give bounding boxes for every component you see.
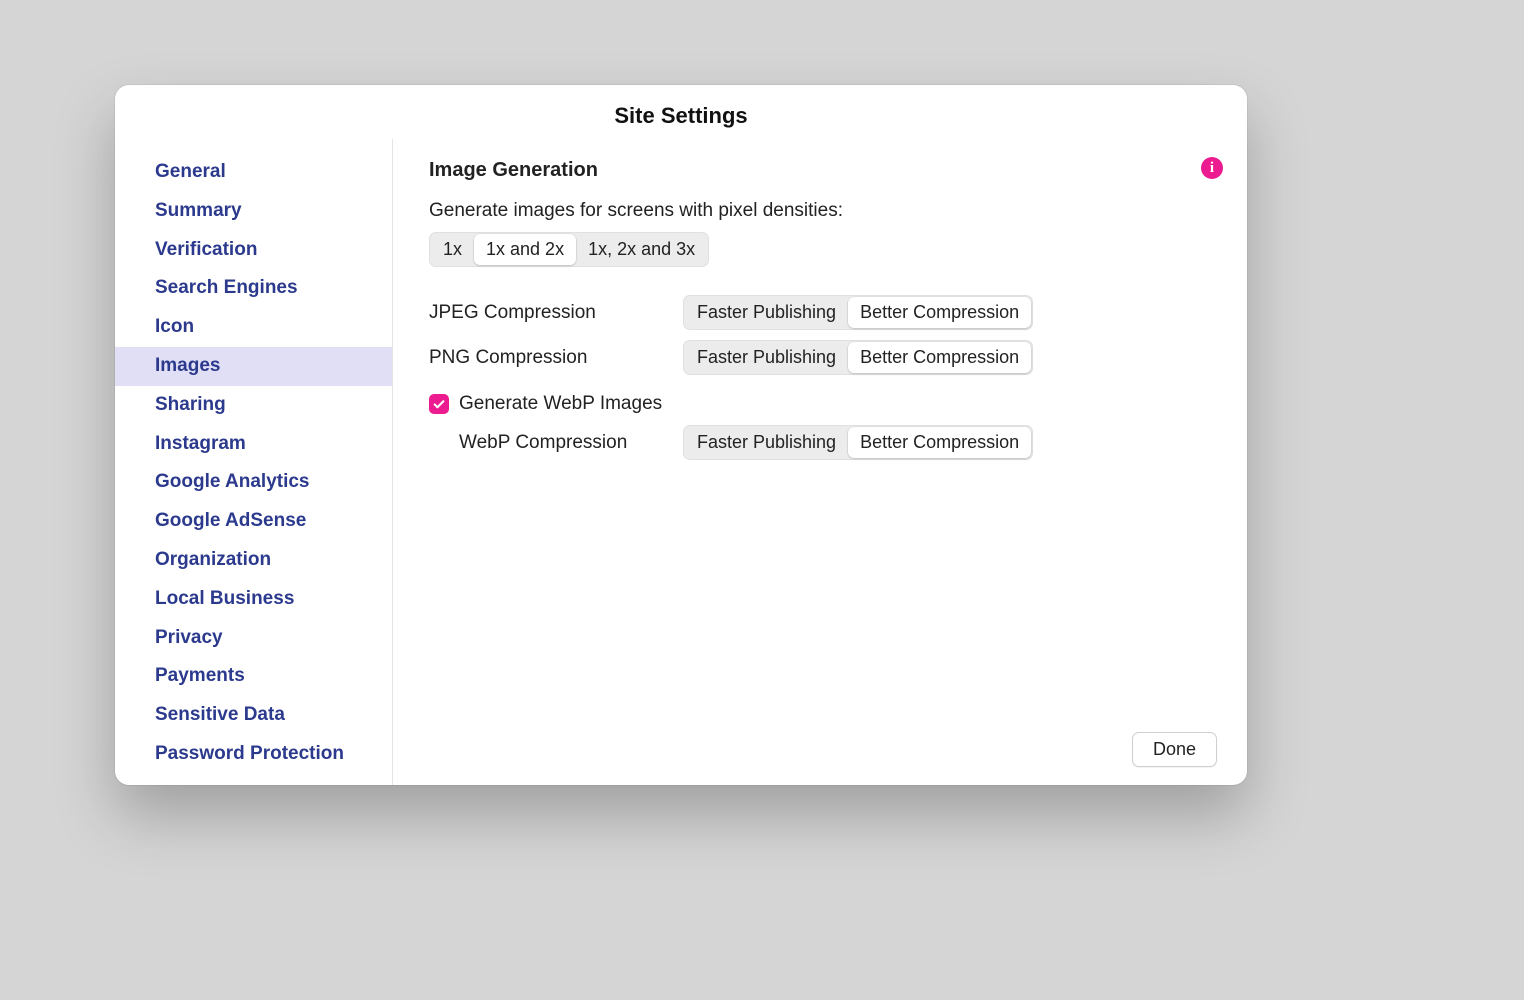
jpeg-label: JPEG Compression [429, 302, 683, 324]
density-option-2[interactable]: 1x, 2x and 3x [576, 234, 707, 265]
sidebar-item-search-engines[interactable]: Search Engines [115, 269, 392, 308]
sidebar-item-organization[interactable]: Organization [115, 541, 392, 580]
sidebar-item-verification[interactable]: Verification [115, 231, 392, 270]
sidebar: GeneralSummaryVerificationSearch Engines… [115, 139, 393, 785]
density-label: Generate images for screens with pixel d… [429, 200, 1211, 222]
density-segmented-control[interactable]: 1x1x and 2x1x, 2x and 3x [429, 232, 709, 267]
png-option-1[interactable]: Better Compression [848, 342, 1031, 373]
density-option-0[interactable]: 1x [431, 234, 474, 265]
webp-segmented-control[interactable]: Faster PublishingBetter Compression [683, 425, 1033, 460]
sidebar-item-google-analytics[interactable]: Google Analytics [115, 463, 392, 502]
webp-row: WebP Compression Faster PublishingBetter… [429, 425, 1211, 460]
window-title: Site Settings [115, 103, 1247, 129]
png-label: PNG Compression [429, 347, 683, 369]
settings-window: Site Settings GeneralSummaryVerification… [115, 85, 1247, 785]
sidebar-item-images[interactable]: Images [115, 347, 392, 386]
sidebar-item-icon[interactable]: Icon [115, 308, 392, 347]
sidebar-item-general[interactable]: General [115, 153, 392, 192]
sidebar-item-local-business[interactable]: Local Business [115, 580, 392, 619]
png-row: PNG Compression Faster PublishingBetter … [429, 340, 1211, 375]
webp-checkbox-label: Generate WebP Images [459, 393, 662, 415]
webp-option-0[interactable]: Faster Publishing [685, 427, 848, 458]
footer: Done [1132, 732, 1217, 767]
content-pane: i Image Generation Generate images for s… [393, 139, 1247, 785]
jpeg-option-1[interactable]: Better Compression [848, 297, 1031, 328]
sidebar-item-sensitive-data[interactable]: Sensitive Data [115, 696, 392, 735]
sidebar-item-privacy[interactable]: Privacy [115, 619, 392, 658]
webp-checkbox[interactable] [429, 394, 449, 414]
titlebar: Site Settings [115, 85, 1247, 139]
sidebar-item-google-adsense[interactable]: Google AdSense [115, 502, 392, 541]
webp-checkbox-row: Generate WebP Images [429, 393, 1211, 415]
section-title: Image Generation [429, 159, 1211, 182]
density-option-1[interactable]: 1x and 2x [474, 234, 576, 265]
sidebar-item-summary[interactable]: Summary [115, 192, 392, 231]
jpeg-segmented-control[interactable]: Faster PublishingBetter Compression [683, 295, 1033, 330]
checkmark-icon [432, 397, 446, 411]
webp-option-1[interactable]: Better Compression [848, 427, 1031, 458]
info-icon[interactable]: i [1201, 157, 1223, 179]
sidebar-item-sharing[interactable]: Sharing [115, 386, 392, 425]
done-button[interactable]: Done [1132, 732, 1217, 767]
webp-label: WebP Compression [429, 432, 683, 454]
jpeg-option-0[interactable]: Faster Publishing [685, 297, 848, 328]
png-option-0[interactable]: Faster Publishing [685, 342, 848, 373]
sidebar-item-payments[interactable]: Payments [115, 657, 392, 696]
sidebar-item-password-protection[interactable]: Password Protection [115, 735, 392, 774]
jpeg-row: JPEG Compression Faster PublishingBetter… [429, 295, 1211, 330]
window-body: GeneralSummaryVerificationSearch Engines… [115, 139, 1247, 785]
png-segmented-control[interactable]: Faster PublishingBetter Compression [683, 340, 1033, 375]
sidebar-item-instagram[interactable]: Instagram [115, 425, 392, 464]
